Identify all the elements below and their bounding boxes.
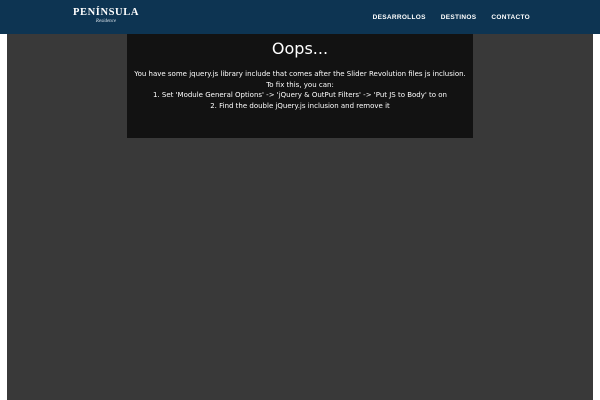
page: PENÍNSULA Residence DESARROLLOS DESTINOS… xyxy=(0,0,600,400)
nav-item-destinos[interactable]: DESTINOS xyxy=(441,14,477,21)
site-header: PENÍNSULA Residence DESARROLLOS DESTINOS… xyxy=(0,0,600,34)
error-line: You have some jquery.js library include … xyxy=(134,70,466,78)
main-nav: DESARROLLOS DESTINOS CONTACTO xyxy=(373,0,530,34)
error-line: To fix this, you can: xyxy=(266,80,334,89)
error-line: 1. Set 'Module General Options' -> 'jQue… xyxy=(152,91,447,99)
nav-item-contacto[interactable]: CONTACTO xyxy=(491,14,530,21)
slider-error-box: Oops... You have some jquery.js library … xyxy=(127,34,473,138)
error-line: 2. Find the double jQuery.js inclusion a… xyxy=(210,101,390,110)
error-title: Oops... xyxy=(271,39,329,58)
logo-title: PENÍNSULA xyxy=(72,7,140,18)
logo-subtitle: Residence xyxy=(95,19,117,24)
error-message: You have some jquery.js library include … xyxy=(127,69,473,111)
nav-item-desarrollos[interactable]: DESARROLLOS xyxy=(373,14,426,21)
site-logo[interactable]: PENÍNSULA Residence xyxy=(69,7,143,27)
